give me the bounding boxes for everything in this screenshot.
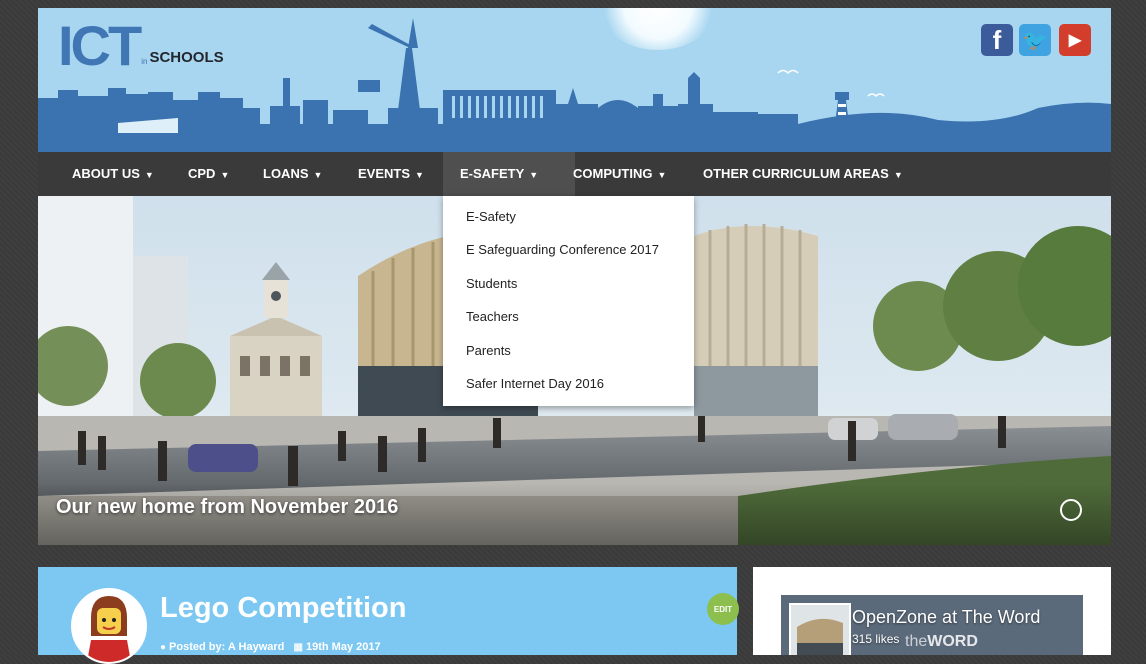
site-header: ICT in SCHOOLS f 🐦 ▶ [38,8,1111,152]
caret-down-icon: ▼ [144,170,154,180]
logo-ict-text: ICT [58,14,142,77]
main-nav: ABOUT US ▼ CPD ▼ LOANS ▼ EVENTS ▼ E-SAFETY ▼ … [38,152,1111,196]
author-avatar [71,588,147,664]
logo-in-text: in [141,57,148,66]
word-logo-prefix: the [905,633,928,650]
dropdown-item-students[interactable]: Students [466,276,517,291]
facebook-icon[interactable]: f [981,24,1013,56]
nav-item-loans[interactable]: LOANS ▼ [247,152,338,196]
nav-item-e-safety[interactable]: E-SAFETY ▼ [443,152,575,196]
user-icon: ● [160,642,167,653]
page-thumbnail[interactable] [789,603,851,655]
youtube-icon[interactable]: ▶ [1059,24,1091,56]
slide-caption[interactable]: Our new home from November 2016 [56,496,398,519]
dropdown-item-e-safety[interactable]: E-Safety [466,209,516,224]
nav-item-label: LOANS [263,166,309,181]
caret-down-icon: ▼ [657,170,667,180]
site-logo[interactable]: ICT in SCHOOLS [58,14,224,77]
nav-item-other-curriculum-areas[interactable]: OTHER CURRICULUM AREAS ▼ [687,152,919,196]
post-card: Lego Competition ● Posted by: A Hayward ▦… [38,567,739,664]
nav-item-events[interactable]: EVENTS ▼ [342,152,440,196]
twitter-icon[interactable]: 🐦 [1019,24,1051,56]
page: ICT in SCHOOLS f 🐦 ▶ ABOUT US ▼ CPD ▼ LOAN… [38,8,1111,664]
nav-item-label: EVENTS [358,166,411,181]
nav-item-label: COMPUTING [573,166,653,181]
post-author[interactable]: Posted by: A Hayward [169,641,284,653]
dropdown-item-e-safeguarding-conference[interactable]: E Safeguarding Conference 2017 [466,242,659,257]
nav-item-computing[interactable]: COMPUTING ▼ [557,152,682,196]
sidebar: OpenZone at The Word 315 likes theWORD [753,567,1111,655]
nav-item-about-us[interactable]: ABOUT US ▼ [56,152,170,196]
facebook-likes-count: 315 likes [852,632,900,646]
e-safety-dropdown-menu: E-Safety E Safeguarding Conference 2017 … [443,196,694,406]
caret-down-icon: ▼ [313,170,323,180]
dropdown-item-teachers[interactable]: Teachers [466,309,519,324]
edit-button[interactable]: EDIT [707,593,739,625]
dropdown-item-safer-internet-day[interactable]: Safer Internet Day 2016 [466,376,604,391]
post-meta: ● Posted by: A Hayward ▦ 19th May 2017 [160,641,381,653]
nav-item-cpd[interactable]: CPD ▼ [172,152,245,196]
nav-item-label: E-SAFETY [460,166,525,181]
post-title[interactable]: Lego Competition [160,592,406,625]
nav-item-label: CPD [188,166,216,181]
facebook-page-name[interactable]: OpenZone at The Word [852,607,1040,628]
nav-item-label: ABOUT US [72,166,140,181]
slider-indicator-dot[interactable] [1060,499,1082,521]
nav-item-label: OTHER CURRICULUM AREAS [703,166,889,181]
caret-down-icon: ▼ [220,170,230,180]
caret-down-icon: ▼ [529,170,539,180]
lego-figure-icon [73,590,145,662]
caret-down-icon: ▼ [415,170,424,180]
word-logo-text: theWORD [905,633,978,651]
caret-down-icon: ▼ [893,170,903,180]
dropdown-item-parents[interactable]: Parents [466,343,511,358]
post-date: 19th May 2017 [306,641,381,653]
word-logo-main: WORD [927,633,978,650]
logo-schools-text: SCHOOLS [149,49,224,66]
facebook-page-widget[interactable]: OpenZone at The Word 315 likes theWORD [781,595,1083,655]
calendar-icon: ▦ [293,642,303,653]
